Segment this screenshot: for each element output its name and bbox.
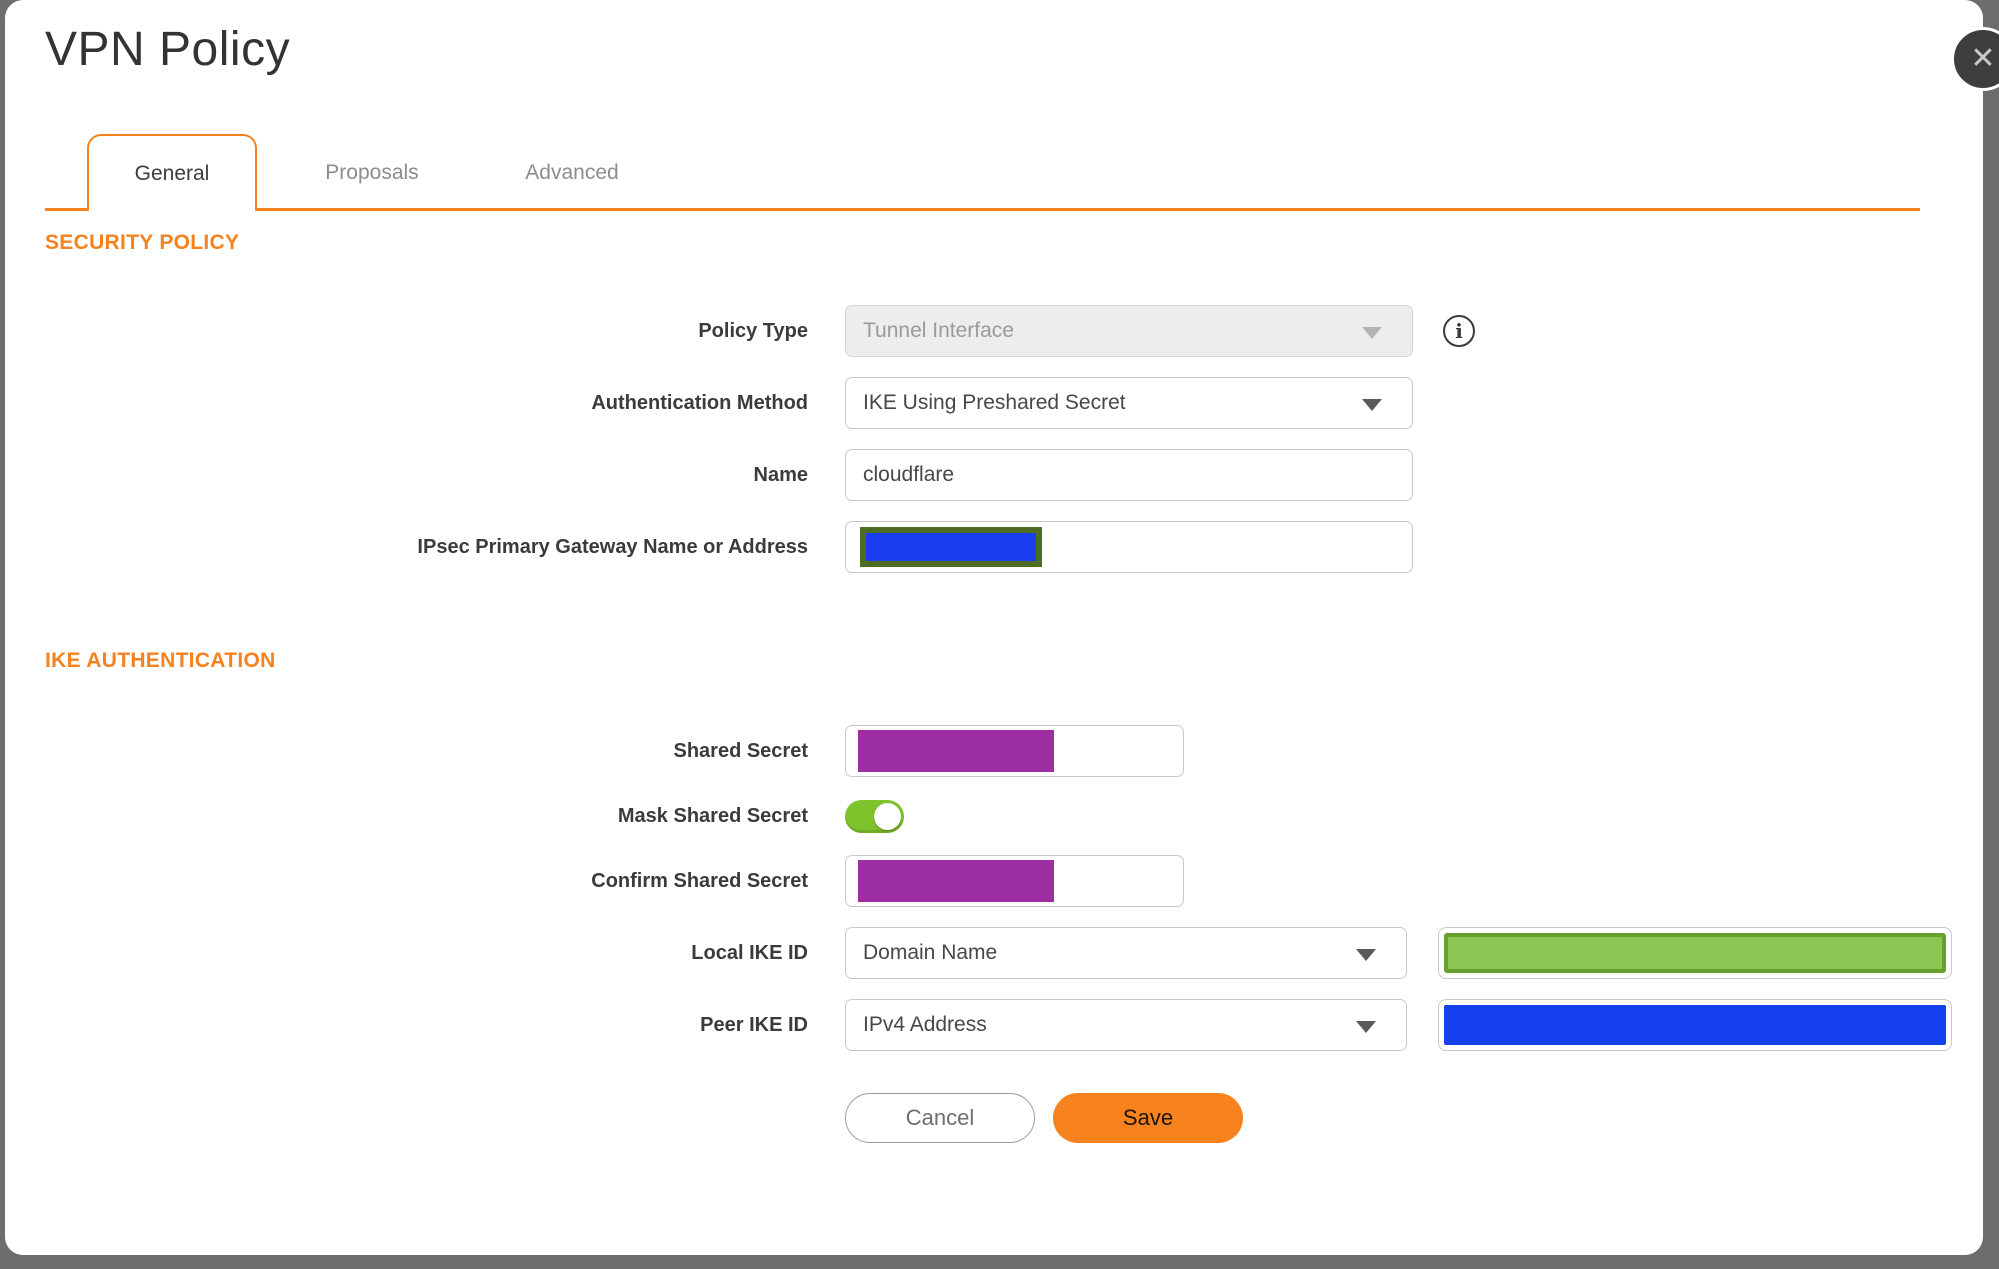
- shared-secret-redacted-value: [858, 730, 1054, 772]
- peer-ike-id-redacted-value: [1444, 1005, 1946, 1045]
- confirm-shared-secret-input[interactable]: [845, 855, 1184, 907]
- chevron-down-icon: [1356, 1021, 1376, 1033]
- close-icon: ✕: [1970, 42, 1996, 75]
- authentication-method-select[interactable]: IKE Using Preshared Secret: [845, 377, 1413, 429]
- ipsec-gateway-input[interactable]: [845, 521, 1413, 573]
- shared-secret-row: Shared Secret: [5, 725, 1983, 777]
- local-ike-id-label: Local IKE ID: [691, 941, 808, 964]
- shared-secret-label: Shared Secret: [673, 739, 808, 762]
- confirm-shared-secret-label: Confirm Shared Secret: [591, 869, 808, 892]
- policy-type-row: Policy Type Tunnel Interface i: [5, 305, 1983, 357]
- policy-type-label: Policy Type: [698, 319, 808, 342]
- confirm-shared-secret-redacted-value: [858, 860, 1054, 902]
- authentication-method-label: Authentication Method: [591, 391, 808, 414]
- local-ike-id-type-select[interactable]: Domain Name: [845, 927, 1407, 979]
- peer-ike-id-row: Peer IKE ID IPv4 Address: [5, 999, 1983, 1051]
- peer-ike-id-label: Peer IKE ID: [700, 1013, 808, 1036]
- tab-advanced[interactable]: Advanced: [487, 134, 657, 211]
- chevron-down-icon: [1362, 399, 1382, 411]
- mask-shared-secret-label: Mask Shared Secret: [617, 804, 808, 827]
- cancel-button[interactable]: Cancel: [845, 1093, 1035, 1143]
- peer-ike-id-type-value: IPv4 Address: [863, 1013, 987, 1036]
- dialog-actions: Cancel Save: [845, 1093, 1983, 1143]
- ipsec-gateway-label: IPsec Primary Gateway Name or Address: [417, 535, 808, 558]
- name-input[interactable]: cloudflare: [845, 449, 1413, 501]
- toggle-knob: [874, 802, 901, 830]
- local-ike-id-redacted-value: [1444, 933, 1946, 973]
- mask-shared-secret-toggle[interactable]: [845, 799, 904, 833]
- chevron-down-icon: [1356, 949, 1376, 961]
- local-ike-id-row: Local IKE ID Domain Name: [5, 927, 1983, 979]
- policy-type-value: Tunnel Interface: [863, 319, 1014, 342]
- tab-bar: General Proposals Advanced: [5, 134, 1983, 211]
- save-button[interactable]: Save: [1053, 1093, 1243, 1143]
- info-icon[interactable]: i: [1443, 315, 1475, 347]
- name-label: Name: [753, 463, 808, 486]
- general-tab-panel: SECURITY POLICY Policy Type Tunnel Inter…: [5, 213, 1983, 1143]
- local-ike-id-input[interactable]: [1438, 927, 1952, 979]
- dialog-title: VPN Policy: [45, 23, 291, 76]
- peer-ike-id-type-select[interactable]: IPv4 Address: [845, 999, 1407, 1051]
- section-security-policy: SECURITY POLICY: [45, 231, 240, 254]
- section-ike-authentication: IKE AUTHENTICATION: [45, 649, 276, 672]
- vpn-policy-dialog: VPN Policy General Proposals Advanced SE…: [5, 0, 1983, 1255]
- tab-proposals[interactable]: Proposals: [287, 134, 457, 211]
- name-row: Name cloudflare: [5, 449, 1983, 501]
- tab-general[interactable]: General: [87, 134, 257, 211]
- local-ike-id-type-value: Domain Name: [863, 941, 998, 964]
- authentication-method-row: Authentication Method IKE Using Preshare…: [5, 377, 1983, 429]
- name-value: cloudflare: [863, 463, 955, 486]
- ipsec-gateway-row: IPsec Primary Gateway Name or Address: [5, 521, 1983, 573]
- peer-ike-id-input[interactable]: [1438, 999, 1952, 1051]
- ipsec-gateway-redacted-value: [860, 527, 1042, 567]
- authentication-method-value: IKE Using Preshared Secret: [863, 391, 1126, 414]
- shared-secret-input[interactable]: [845, 725, 1184, 777]
- policy-type-select: Tunnel Interface: [845, 305, 1413, 357]
- chevron-down-icon: [1362, 327, 1382, 339]
- mask-shared-secret-row: Mask Shared Secret: [5, 793, 1983, 839]
- confirm-shared-secret-row: Confirm Shared Secret: [5, 855, 1983, 907]
- info-icon-glyph: i: [1455, 319, 1463, 343]
